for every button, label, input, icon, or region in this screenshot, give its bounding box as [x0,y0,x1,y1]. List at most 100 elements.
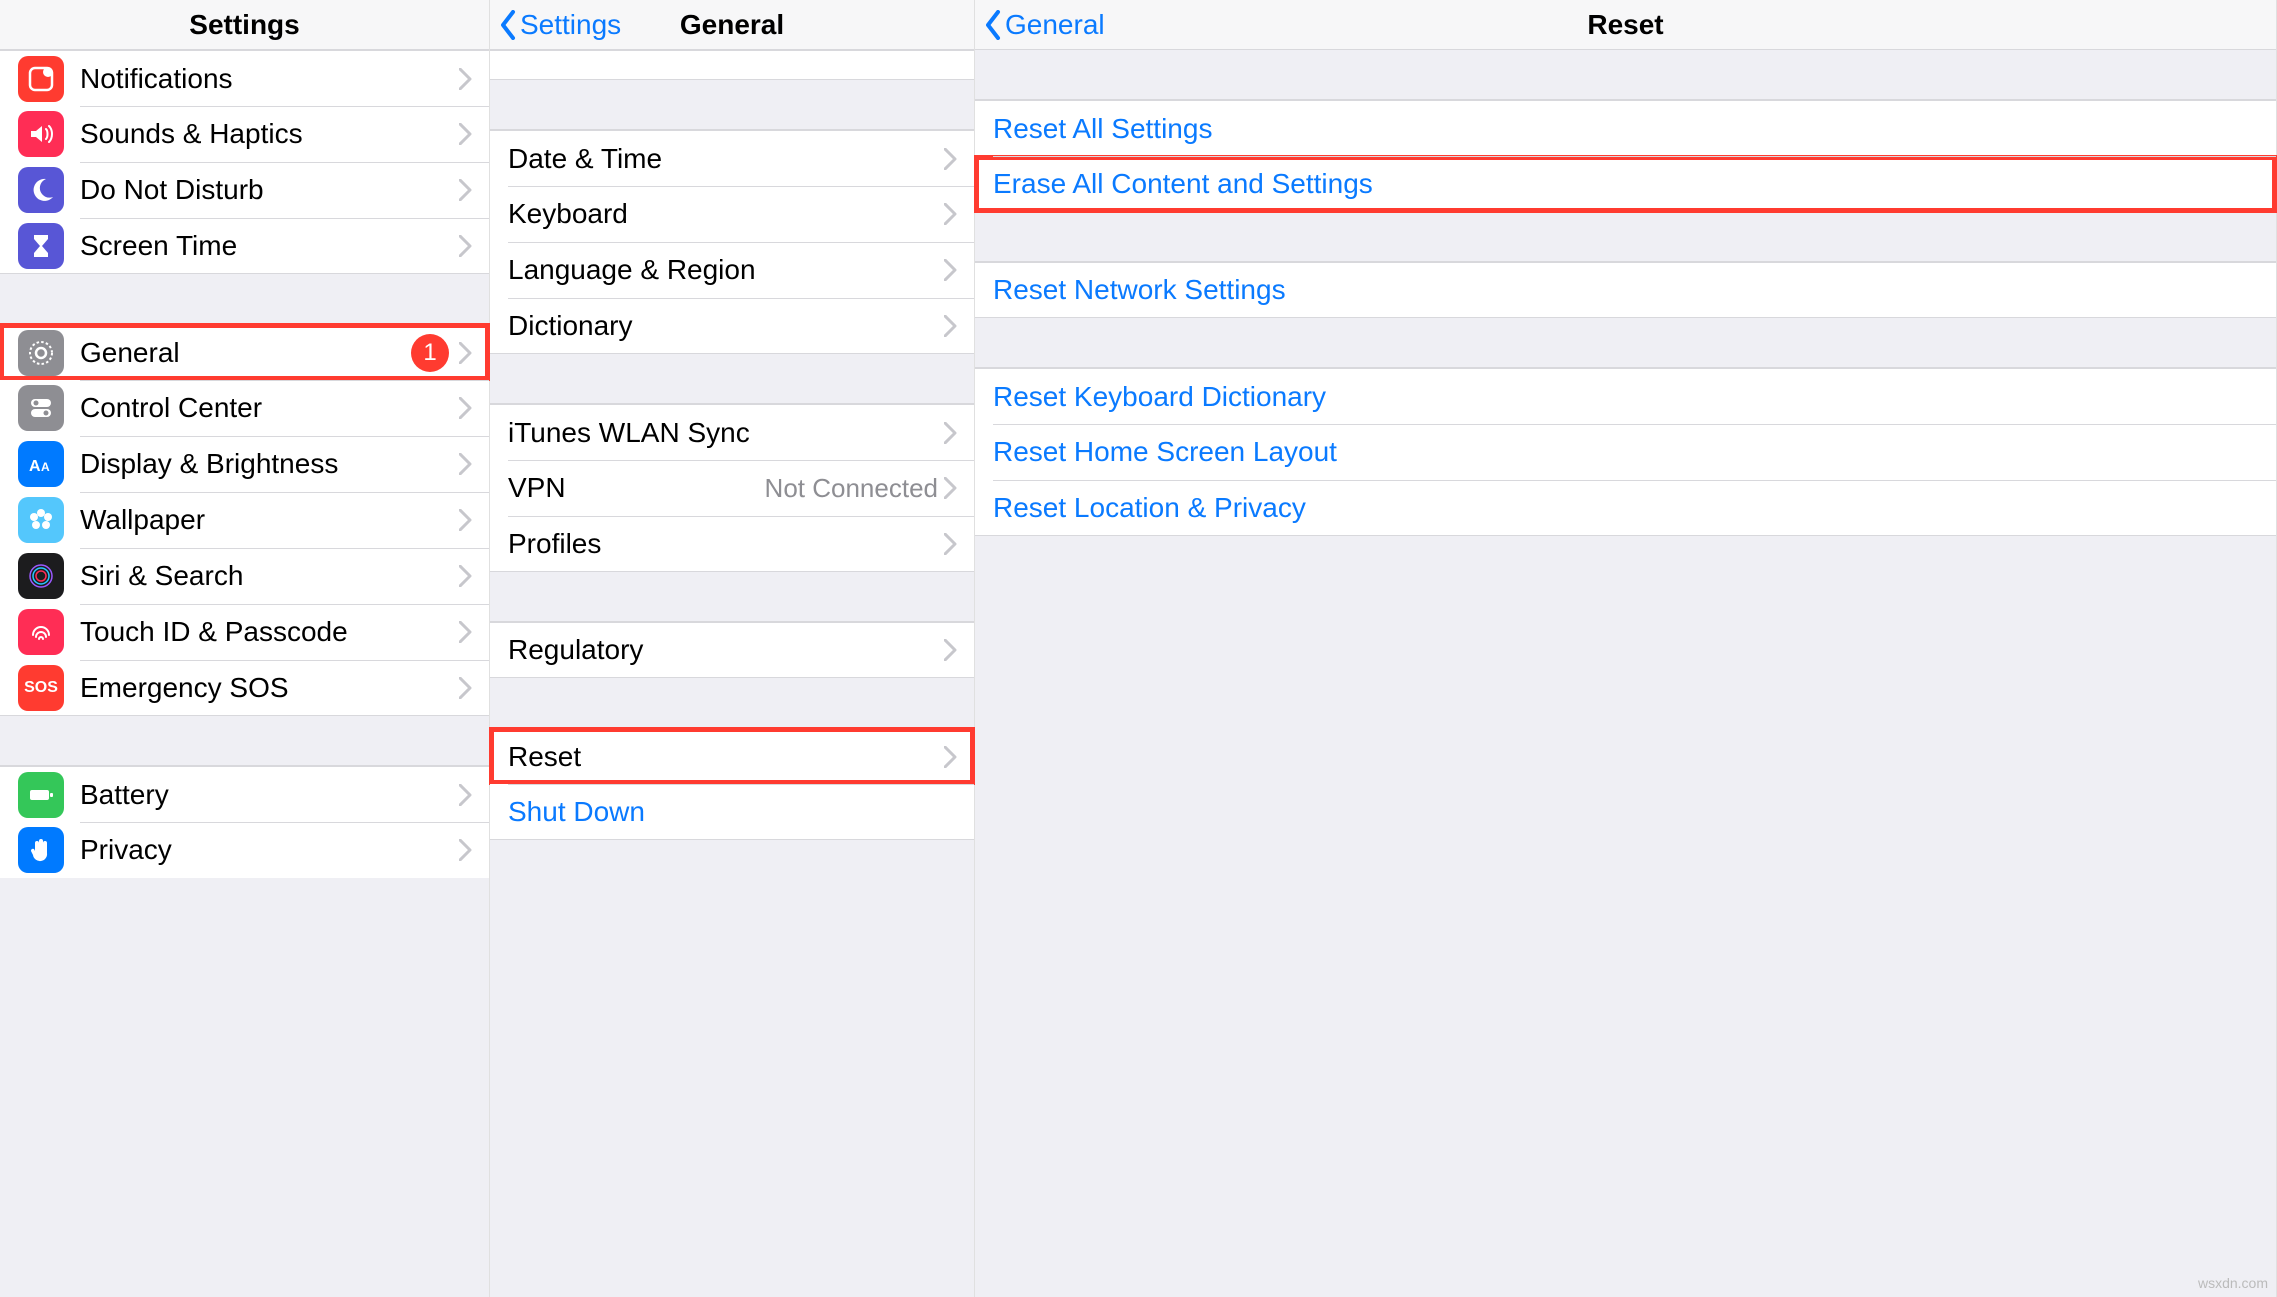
row-label: Language & Region [508,254,944,286]
chevron-back-icon [498,10,518,40]
hand-icon [18,827,64,873]
filler [490,840,974,1297]
settings-title: Settings [0,0,489,50]
section-gap [0,274,489,324]
row-label: Control Center [80,392,459,424]
section-gap [975,318,2276,368]
battery-icon [18,772,64,818]
chevron-icon [944,315,958,337]
row-regulatory[interactable]: Regulatory [490,622,974,678]
row-label: Reset Network Settings [993,274,2260,306]
row-reset[interactable]: Reset [490,728,974,784]
chevron-icon [459,397,473,419]
chevron-icon [944,533,958,555]
row-control-center[interactable]: Control Center [0,380,489,436]
svg-text:A: A [41,460,50,474]
row-label: Erase All Content and Settings [993,168,2260,200]
section-gap [975,50,2276,100]
row-label: Keyboard [508,198,944,230]
row-label: Notifications [80,63,459,95]
row-label: Profiles [508,528,944,560]
row-screen-time[interactable]: Screen Time [0,218,489,274]
row-emergency-sos[interactable]: SOS Emergency SOS [0,660,489,716]
chevron-icon [459,677,473,699]
back-label: Settings [520,9,621,41]
chevron-icon [459,453,473,475]
row-siri-search[interactable]: Siri & Search [0,548,489,604]
chevron-icon [459,565,473,587]
page-title: Reset [1587,9,1663,41]
row-wallpaper[interactable]: Wallpaper [0,492,489,548]
section-gap [490,354,974,404]
sos-text: SOS [24,679,58,697]
row-label: Screen Time [80,230,459,262]
section-gap [490,572,974,622]
notifications-icon [18,56,64,102]
row-label: Dictionary [508,310,944,342]
row-display-brightness[interactable]: AA Display & Brightness [0,436,489,492]
toggles-icon [18,385,64,431]
chevron-icon [459,509,473,531]
row-shut-down[interactable]: Shut Down [490,784,974,840]
row-dictionary[interactable]: Dictionary [490,298,974,354]
row-label: Reset Location & Privacy [993,492,2260,524]
row-date-time[interactable]: Date & Time [490,130,974,186]
gear-icon [18,330,64,376]
row-language-region[interactable]: Language & Region [490,242,974,298]
page-title: Settings [189,9,299,41]
row-label: Sounds & Haptics [80,118,459,150]
row-reset-keyboard-dictionary[interactable]: Reset Keyboard Dictionary [975,368,2276,424]
svg-text:A: A [29,458,41,475]
row-profiles[interactable]: Profiles [490,516,974,572]
row-vpn[interactable]: VPN Not Connected [490,460,974,516]
row-label: Do Not Disturb [80,174,459,206]
chevron-icon [944,422,958,444]
row-battery[interactable]: Battery [0,766,489,822]
chevron-icon [459,342,473,364]
row-label: VPN [508,472,765,504]
section-gap [0,716,489,766]
text-size-icon: AA [18,441,64,487]
row-sounds-haptics[interactable]: Sounds & Haptics [0,106,489,162]
row-label: Display & Brightness [80,448,459,480]
row-detail: Not Connected [765,473,938,504]
section-gap [490,678,974,728]
row-touchid-passcode[interactable]: Touch ID & Passcode [0,604,489,660]
chevron-icon [459,621,473,643]
row-itunes-wlan-sync[interactable]: iTunes WLAN Sync [490,404,974,460]
row-label: Battery [80,779,459,811]
badge: 1 [411,334,449,372]
fingerprint-icon [18,609,64,655]
row-label: Privacy [80,834,459,866]
row-notifications[interactable]: Notifications [0,50,489,106]
row-label: iTunes WLAN Sync [508,417,944,449]
general-panel: Settings General Date & Time Keyboard La… [490,0,975,1297]
row-label: Touch ID & Passcode [80,616,459,648]
row-reset-all-settings[interactable]: Reset All Settings [975,100,2276,156]
chevron-icon [944,203,958,225]
row-general[interactable]: General 1 [0,324,489,380]
watermark: wsxdn.com [2198,1275,2268,1291]
row-privacy[interactable]: Privacy [0,822,489,878]
chevron-icon [944,259,958,281]
row-do-not-disturb[interactable]: Do Not Disturb [0,162,489,218]
back-label: General [1005,9,1105,41]
row-label: Regulatory [508,634,944,666]
back-to-settings[interactable]: Settings [498,9,621,41]
chevron-icon [459,123,473,145]
truncated-row [490,50,974,80]
sos-icon: SOS [18,665,64,711]
row-erase-all-content[interactable]: Erase All Content and Settings [975,156,2276,212]
chevron-back-icon [983,10,1003,40]
row-keyboard[interactable]: Keyboard [490,186,974,242]
flower-icon [18,497,64,543]
reset-panel: General Reset Reset All Settings Erase A… [975,0,2277,1297]
row-label: Wallpaper [80,504,459,536]
row-label: Emergency SOS [80,672,459,704]
row-reset-network-settings[interactable]: Reset Network Settings [975,262,2276,318]
row-reset-location-privacy[interactable]: Reset Location & Privacy [975,480,2276,536]
row-reset-home-screen-layout[interactable]: Reset Home Screen Layout [975,424,2276,480]
back-to-general[interactable]: General [983,9,1105,41]
reset-header: General Reset [975,0,2276,50]
row-label: Reset [508,741,944,773]
